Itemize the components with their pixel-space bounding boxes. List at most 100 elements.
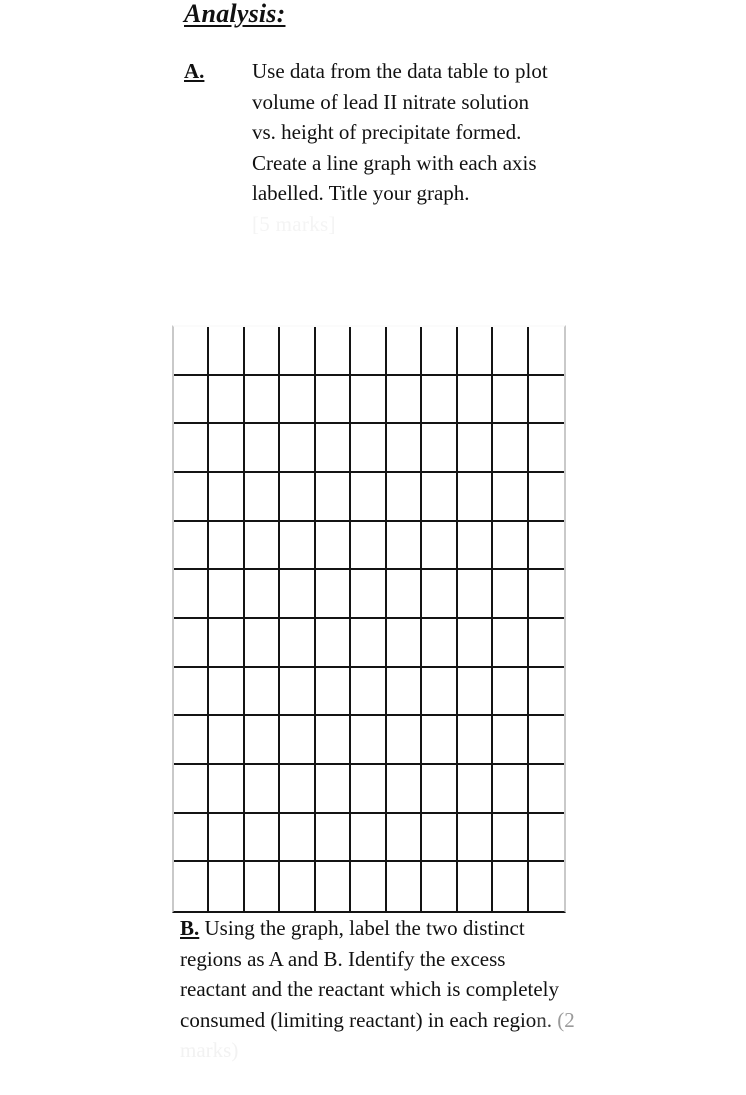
grid-cell[interactable] bbox=[386, 473, 423, 522]
grid-cell[interactable] bbox=[386, 424, 423, 473]
grid-cell[interactable] bbox=[315, 619, 352, 668]
grid-cell[interactable] bbox=[422, 667, 458, 717]
grid-cell[interactable] bbox=[422, 521, 458, 571]
grid-cell[interactable] bbox=[422, 765, 458, 814]
grid-cell[interactable] bbox=[493, 424, 529, 473]
grid-cell[interactable] bbox=[244, 813, 281, 863]
grid-cell[interactable] bbox=[351, 521, 387, 571]
grid-cell[interactable] bbox=[280, 813, 316, 863]
grid-cell[interactable] bbox=[422, 327, 458, 376]
grid-cell[interactable] bbox=[457, 716, 494, 765]
grid-cell[interactable] bbox=[351, 716, 387, 765]
grid-cell[interactable] bbox=[174, 375, 210, 425]
grid-cell[interactable] bbox=[458, 862, 494, 911]
grid-cell[interactable] bbox=[209, 619, 245, 668]
grid-cell[interactable] bbox=[422, 473, 458, 522]
grid-cell[interactable] bbox=[209, 375, 245, 425]
grid-cell[interactable] bbox=[493, 521, 529, 571]
grid-cell[interactable] bbox=[280, 521, 316, 571]
grid-cell[interactable] bbox=[386, 327, 423, 376]
grid-cell[interactable] bbox=[315, 375, 352, 425]
grid-cell[interactable] bbox=[351, 862, 387, 911]
grid-cell[interactable] bbox=[493, 716, 529, 765]
grid-cell[interactable] bbox=[280, 570, 316, 619]
grid-cell[interactable] bbox=[386, 667, 423, 717]
grid-cell[interactable] bbox=[493, 619, 529, 668]
grid-cell[interactable] bbox=[315, 327, 352, 376]
grid-cell[interactable] bbox=[351, 619, 387, 668]
grid-cell[interactable] bbox=[209, 765, 245, 814]
grid-cell[interactable] bbox=[351, 473, 387, 522]
grid-cell[interactable] bbox=[174, 570, 210, 619]
grid-cell[interactable] bbox=[528, 522, 564, 571]
grid-cell[interactable] bbox=[457, 424, 494, 473]
grid-cell[interactable] bbox=[315, 813, 352, 863]
grid-cell[interactable] bbox=[528, 473, 564, 522]
grid-cell[interactable] bbox=[386, 570, 423, 619]
grid-cell[interactable] bbox=[529, 862, 564, 911]
grid-cell[interactable] bbox=[174, 667, 210, 717]
grid-cell[interactable] bbox=[422, 862, 458, 911]
grid-cell[interactable] bbox=[351, 327, 387, 376]
grid-cell[interactable] bbox=[351, 570, 387, 619]
grid-cell[interactable] bbox=[244, 667, 281, 717]
grid-cell[interactable] bbox=[315, 667, 352, 717]
grid-cell[interactable] bbox=[280, 667, 316, 717]
grid-cell[interactable] bbox=[244, 473, 281, 522]
grid-cell[interactable] bbox=[457, 765, 494, 814]
grid-cell[interactable] bbox=[209, 473, 245, 522]
grid-cell[interactable] bbox=[457, 667, 494, 717]
grid-cell[interactable] bbox=[244, 765, 281, 814]
grid-cell[interactable] bbox=[457, 521, 494, 571]
grid-cell[interactable] bbox=[280, 424, 316, 473]
grid-cell[interactable] bbox=[280, 716, 316, 765]
grid-cell[interactable] bbox=[528, 814, 564, 863]
grid-cell[interactable] bbox=[244, 327, 281, 376]
grid-cell[interactable] bbox=[174, 327, 210, 376]
grid-cell[interactable] bbox=[457, 619, 494, 668]
grid-cell[interactable] bbox=[174, 619, 210, 668]
grid-cell[interactable] bbox=[174, 813, 210, 863]
grid-cell[interactable] bbox=[528, 668, 564, 717]
grid-cell[interactable] bbox=[351, 667, 387, 717]
grid-cell[interactable] bbox=[528, 619, 564, 668]
grid-cell[interactable] bbox=[422, 619, 458, 668]
grid-cell[interactable] bbox=[386, 619, 423, 668]
grid-cell[interactable] bbox=[528, 327, 564, 376]
grid-cell[interactable] bbox=[493, 862, 529, 911]
grid-cell[interactable] bbox=[493, 473, 529, 522]
grid-cell[interactable] bbox=[457, 813, 494, 863]
graph-paper-grid[interactable] bbox=[172, 325, 566, 913]
grid-cell[interactable] bbox=[351, 375, 387, 425]
grid-cell[interactable] bbox=[174, 716, 210, 765]
grid-cell[interactable] bbox=[493, 667, 529, 717]
grid-cell[interactable] bbox=[209, 667, 245, 717]
grid-cell[interactable] bbox=[493, 765, 529, 814]
grid-cell[interactable] bbox=[351, 765, 387, 814]
grid-cell[interactable] bbox=[457, 570, 494, 619]
grid-cell[interactable] bbox=[209, 327, 245, 376]
grid-cell[interactable] bbox=[316, 862, 352, 911]
grid-cell[interactable] bbox=[174, 521, 210, 571]
grid-cell[interactable] bbox=[315, 716, 352, 765]
grid-cell[interactable] bbox=[387, 862, 423, 911]
grid-cell[interactable] bbox=[528, 765, 564, 814]
grid-cell[interactable] bbox=[386, 813, 423, 863]
grid-cell[interactable] bbox=[493, 375, 529, 425]
grid-cell[interactable] bbox=[209, 813, 245, 863]
grid-cell[interactable] bbox=[457, 473, 494, 522]
grid-cell[interactable] bbox=[493, 570, 529, 619]
grid-cell[interactable] bbox=[209, 424, 245, 473]
grid-cell[interactable] bbox=[422, 375, 458, 425]
grid-cell[interactable] bbox=[209, 862, 245, 911]
grid-cell[interactable] bbox=[457, 375, 494, 425]
grid-cell[interactable] bbox=[174, 765, 210, 814]
grid-cell[interactable] bbox=[280, 473, 316, 522]
grid-cell[interactable] bbox=[174, 862, 210, 911]
grid-cell[interactable] bbox=[244, 619, 281, 668]
grid-cell[interactable] bbox=[315, 424, 352, 473]
grid-cell[interactable] bbox=[528, 424, 564, 473]
grid-cell[interactable] bbox=[244, 716, 281, 765]
grid-cell[interactable] bbox=[528, 716, 564, 765]
grid-cell[interactable] bbox=[457, 327, 494, 376]
